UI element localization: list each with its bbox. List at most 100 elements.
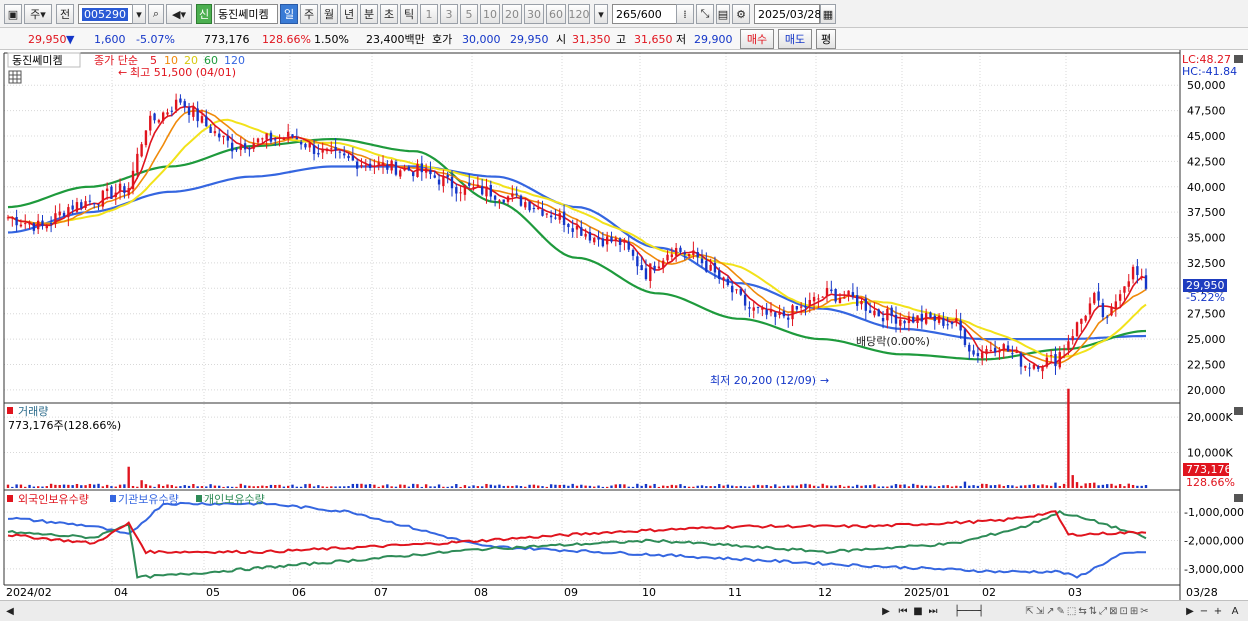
high-label: 고 (616, 33, 627, 46)
scroll-right-icon[interactable]: ▶ (880, 603, 892, 619)
scroll-left-icon[interactable]: ◀ (4, 603, 16, 619)
ask-price: 30,000 (462, 32, 501, 46)
speaker-icon[interactable]: ◀▾ (166, 4, 192, 24)
candle-body (1101, 303, 1105, 318)
price-panel-close-icon[interactable] (1234, 55, 1243, 63)
period-tab[interactable]: 분 (360, 4, 378, 24)
candle-body (1019, 353, 1023, 367)
search-icon[interactable]: ⌕ (148, 4, 164, 24)
volume-bar (860, 485, 863, 488)
volume-bar (394, 486, 398, 488)
settings-icon[interactable]: ⚙ (732, 4, 750, 24)
interval-tab[interactable]: 120 (568, 4, 590, 24)
date-field[interactable]: 2025/03/28 (754, 4, 821, 24)
interval-tab[interactable]: 3 (440, 4, 458, 24)
volume-bar (929, 485, 932, 488)
volume-bar (127, 466, 130, 488)
price-tick-label: 32,500 (1187, 257, 1226, 270)
font-size-icon[interactable]: A (1228, 603, 1242, 619)
interval-tab[interactable]: 20 (502, 4, 522, 24)
candle-body (377, 162, 380, 165)
code-dropdown-icon[interactable]: ▾ (132, 4, 146, 24)
volume-bar (433, 486, 436, 488)
scroll-end-icon[interactable]: ▶ (1184, 603, 1196, 619)
drawing-tools[interactable]: ⇱⇲↗✎⬚⇆⇅⤢⊠⊡⊞✂ (998, 603, 1178, 619)
volume-bar (476, 486, 480, 488)
fast-forward-icon[interactable]: ⏭ (926, 603, 940, 619)
calendar-icon[interactable]: ▦ (820, 4, 836, 24)
period-tab[interactable]: 일 (280, 4, 298, 24)
stop-icon[interactable]: ■ (912, 603, 924, 619)
candle-icon[interactable]: ⁞ (676, 4, 694, 24)
volume-bar (274, 485, 277, 488)
candle-body (1123, 286, 1126, 293)
eval-button[interactable]: 평 (816, 29, 836, 49)
zoom-slider[interactable]: ├───┤ (944, 603, 994, 619)
volume-bar (502, 485, 505, 488)
candle-body (515, 193, 518, 195)
volume-bar (489, 484, 492, 488)
interval-tab[interactable]: 1 (420, 4, 438, 24)
candle-body (416, 163, 419, 177)
type-selector[interactable]: 주 ▾ (24, 4, 52, 24)
interval-tab[interactable]: 10 (480, 4, 500, 24)
candle-body (791, 305, 794, 320)
volume-bar (399, 484, 402, 488)
volume-bar (610, 485, 613, 488)
candle-body (256, 138, 260, 143)
high-price: 31,650 (634, 32, 673, 46)
window-icon[interactable]: ▣ (4, 4, 22, 24)
period-tab[interactable]: 주 (300, 4, 318, 24)
stock-chart[interactable]: 50,000 47,500 45,000 42,500 40,000 37,500 35,0… (0, 50, 1248, 600)
candle-body (368, 163, 372, 168)
candle-body (88, 200, 92, 202)
zoom-in-icon[interactable]: + (1212, 603, 1224, 619)
volume-bar (670, 484, 674, 488)
volume-bar (649, 485, 652, 488)
candle-body (407, 166, 411, 171)
volume-bar (825, 485, 829, 488)
buy-button[interactable]: 매수 (740, 29, 774, 49)
volume-bar (851, 486, 855, 488)
legend-individual: 개인보유수량 (204, 493, 265, 506)
candle-body (571, 228, 574, 232)
period-tab[interactable]: 월 (320, 4, 338, 24)
period-tab[interactable]: 틱 (400, 4, 418, 24)
volume-bar (239, 483, 242, 488)
candle-body (700, 258, 704, 264)
stock-code-input[interactable]: 005290 (78, 4, 138, 24)
save-icon[interactable]: ▤ (716, 4, 730, 24)
candle-body (1011, 353, 1014, 355)
chart-area[interactable]: 50,000 47,500 45,000 42,500 40,000 37,500 35,0… (0, 50, 1248, 600)
volume-tick-label: 10,000K (1187, 447, 1233, 460)
candle-body (1028, 367, 1031, 369)
chart-scroll-bar[interactable]: ◀ ▶ ⏮ ■ ⏭ ├───┤ ⇱⇲↗✎⬚⇆⇅⤢⊠⊡⊞✂ ▶ − + A (0, 600, 1248, 621)
candle-body (1118, 294, 1122, 301)
stock-name-field[interactable]: 동진쎄미켐 (214, 4, 278, 24)
candle-body (321, 148, 324, 153)
count-field[interactable]: 265/600 (612, 4, 678, 24)
prev-button[interactable]: 전 (56, 4, 74, 24)
sell-button[interactable]: 매도 (778, 29, 812, 49)
volume-bar (692, 486, 695, 488)
draw-tool-icon[interactable]: ⤡ (696, 4, 714, 24)
volume-bar (1041, 484, 1044, 488)
data-table-icon[interactable] (8, 70, 22, 84)
candle-body (778, 312, 781, 315)
volume-bar (485, 483, 488, 488)
interval-dropdown-icon[interactable]: ▾ (594, 4, 608, 24)
candle-body (261, 138, 264, 140)
candle-body (765, 309, 768, 315)
volume-bar (377, 486, 380, 488)
interval-tab[interactable]: 60 (546, 4, 566, 24)
holdings-panel-close-icon[interactable] (1234, 494, 1243, 502)
interval-tab[interactable]: 5 (460, 4, 478, 24)
interval-tab[interactable]: 30 (524, 4, 544, 24)
period-tab[interactable]: 초 (380, 4, 398, 24)
candle-body (480, 186, 484, 195)
candle-body (1131, 266, 1135, 280)
zoom-out-icon[interactable]: − (1198, 603, 1210, 619)
rewind-icon[interactable]: ⏮ (896, 603, 910, 619)
volume-panel-close-icon[interactable] (1234, 407, 1243, 415)
period-tab[interactable]: 년 (340, 4, 358, 24)
